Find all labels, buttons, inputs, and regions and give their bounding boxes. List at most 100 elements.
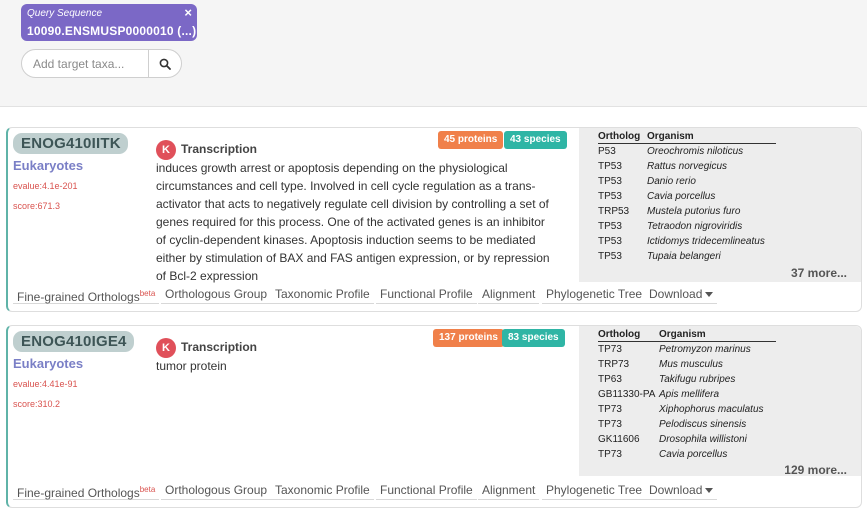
ortholog-row: TRP53 Mustela putorius furo: [598, 206, 858, 221]
tab-fine-grained-orthologs[interactable]: Fine-grained Orthologsbeta: [13, 286, 160, 304]
ortholog-row: TP73 Cavia porcellus: [598, 449, 858, 464]
ortholog-row: TP53 Tetraodon nigroviridis: [598, 221, 858, 236]
ortholog-organism: Mustela putorius furo: [647, 206, 741, 217]
target-taxa-search: [21, 49, 182, 78]
ortholog-row: TP53 Danio rerio: [598, 176, 858, 191]
ortholog-organism: Pelodiscus sinensis: [659, 419, 747, 430]
orthologs-table: Ortholog Organism P53 Oreochromis nilotic…: [579, 128, 861, 282]
ortholog-row: TP53 Rattus norvegicus: [598, 161, 858, 176]
ortholog-gene: TP63: [598, 374, 622, 385]
og-evalue: evalue:4.1e-201: [13, 181, 78, 191]
ortholog-gene: TP73: [598, 404, 622, 415]
tab-phylogenetic-tree[interactable]: Phylogenetic Tree: [542, 286, 647, 304]
orthologs-header: Ortholog Organism: [598, 329, 776, 342]
result-card: ENOG410IGE4 Eukaryotes evalue:4.41e-91 s…: [6, 325, 862, 508]
ortholog-row: TP53 Tupaia belangeri: [598, 251, 858, 266]
ortholog-organism: Mus musculus: [659, 359, 723, 370]
ortholog-row: TP53 Cavia porcellus: [598, 191, 858, 206]
tab-alignment[interactable]: Alignment: [478, 482, 540, 500]
organism-column-header: Organism: [659, 329, 706, 340]
tab-label: Fine-grained Orthologs: [17, 486, 140, 500]
result-card: ENOG410IITK Eukaryotes evalue:4.1e-201 s…: [6, 127, 862, 312]
tab-phylogenetic-tree[interactable]: Phylogenetic Tree: [542, 482, 647, 500]
ortholog-organism: Petromyzon marinus: [659, 344, 751, 355]
orthologs-header: Ortholog Organism: [598, 131, 776, 144]
ortholog-gene: GK11606: [598, 434, 640, 445]
ortholog-organism: Cavia porcellus: [659, 449, 728, 460]
og-score: score:671.3: [13, 201, 61, 211]
caret-down-icon: [705, 488, 714, 494]
ortholog-gene: TRP53: [598, 206, 630, 217]
search-icon: [159, 58, 171, 70]
ortholog-row: GK11606 Drosophila willistoni: [598, 434, 858, 449]
ortholog-organism: Cavia porcellus: [647, 191, 716, 202]
og-name[interactable]: ENOG410IITK: [13, 133, 128, 154]
ortholog-gene: TP53: [598, 251, 622, 262]
ortholog-organism: Drosophila willistoni: [659, 434, 747, 445]
ortholog-gene: GB11330-PA: [598, 389, 656, 400]
ortholog-gene: TRP73: [598, 359, 630, 370]
tab-functional-profile[interactable]: Functional Profile: [376, 286, 477, 304]
ortholog-organism: Oreochromis niloticus: [647, 146, 744, 157]
ortholog-row: GB11330-PA Apis mellifera: [598, 389, 858, 404]
caret-down-icon: [705, 292, 714, 298]
og-level: Eukaryotes: [13, 356, 84, 371]
tab-functional-profile[interactable]: Functional Profile: [376, 482, 477, 500]
ortholog-column-header: Ortholog: [598, 131, 641, 142]
og-description: tumor protein: [156, 359, 227, 373]
og-name[interactable]: ENOG410IGE4: [13, 331, 134, 352]
download-dropdown[interactable]: Download: [645, 286, 718, 304]
ortholog-organism: Tupaia belangeri: [647, 251, 721, 262]
category-label: Transcription: [181, 142, 258, 156]
tab-orthologous-group[interactable]: Orthologous Group: [161, 482, 272, 500]
ortholog-gene: TP73: [598, 449, 622, 460]
proteins-badge[interactable]: 45 proteins: [438, 131, 504, 149]
ortholog-organism: Apis mellifera: [659, 389, 720, 400]
query-sequence-value: 10090.ENSMUSP0000010 (...): [27, 24, 197, 38]
ortholog-gene: TP53: [598, 221, 622, 232]
search-button[interactable]: [148, 50, 181, 77]
top-bar: Query Sequence 10090.ENSMUSP0000010 (...…: [0, 0, 867, 107]
ortholog-gene: P53: [598, 146, 616, 157]
beta-label: beta: [139, 485, 156, 494]
tab-taxonomic-profile[interactable]: Taxonomic Profile: [271, 286, 374, 304]
query-sequence-label: Query Sequence: [27, 8, 103, 19]
tab-fine-grained-orthologs[interactable]: Fine-grained Orthologsbeta: [13, 482, 160, 500]
more-orthologs-link[interactable]: 129 more...: [784, 463, 847, 477]
og-description: induces growth arrest or apoptosis depen…: [156, 161, 550, 283]
download-label: Download: [649, 483, 703, 497]
ortholog-organism: Rattus norvegicus: [647, 161, 728, 172]
ortholog-gene: TP53: [598, 236, 622, 247]
target-taxa-input[interactable]: [22, 50, 150, 77]
beta-label: beta: [139, 289, 156, 298]
tab-label: Fine-grained Orthologs: [17, 290, 140, 304]
ortholog-row: TRP73 Mus musculus: [598, 359, 858, 374]
tab-alignment[interactable]: Alignment: [478, 286, 540, 304]
close-icon[interactable]: ×: [184, 5, 192, 20]
query-sequence-tag[interactable]: Query Sequence 10090.ENSMUSP0000010 (...…: [21, 4, 197, 41]
category-k-icon: K: [156, 140, 176, 160]
organism-column-header: Organism: [647, 131, 694, 142]
orthologs-table: Ortholog Organism TP73 Petromyzon marinus…: [579, 326, 861, 477]
tab-taxonomic-profile[interactable]: Taxonomic Profile: [271, 482, 374, 500]
ortholog-row: TP53 Ictidomys tridecemlineatus: [598, 236, 858, 251]
tab-orthologous-group[interactable]: Orthologous Group: [161, 286, 272, 304]
ortholog-row: P53 Oreochromis niloticus: [598, 146, 858, 161]
proteins-badge[interactable]: 137 proteins: [433, 329, 504, 347]
ortholog-gene: TP53: [598, 176, 622, 187]
more-orthologs-link[interactable]: 37 more...: [791, 266, 847, 280]
ortholog-gene: TP73: [598, 419, 622, 430]
species-badge[interactable]: 43 species: [504, 131, 567, 149]
ortholog-organism: Xiphophorus maculatus: [659, 404, 764, 415]
category-label: Transcription: [181, 340, 258, 354]
ortholog-row: TP63 Takifugu rubripes: [598, 374, 858, 389]
download-dropdown[interactable]: Download: [645, 482, 718, 500]
ortholog-gene: TP73: [598, 344, 622, 355]
ortholog-organism: Tetraodon nigroviridis: [647, 221, 743, 232]
ortholog-organism: Danio rerio: [647, 176, 696, 187]
ortholog-organism: Takifugu rubripes: [659, 374, 736, 385]
ortholog-column-header: Ortholog: [598, 329, 641, 340]
og-score: score:310.2: [13, 399, 61, 409]
species-badge[interactable]: 83 species: [502, 329, 565, 347]
download-label: Download: [649, 287, 703, 301]
